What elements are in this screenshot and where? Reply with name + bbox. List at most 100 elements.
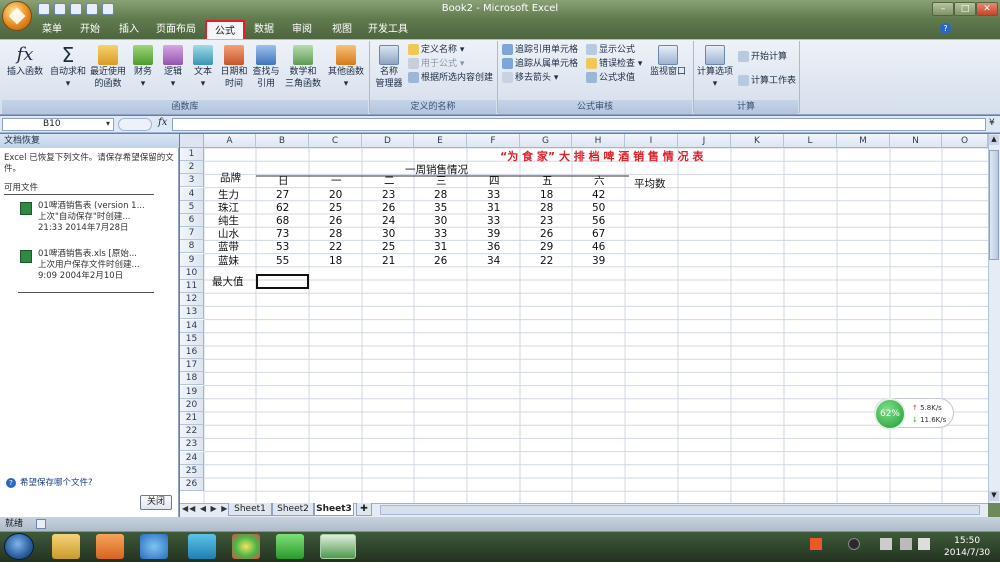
text-button[interactable]: 文本 ▾	[190, 44, 216, 90]
sales-cell[interactable]: 21	[382, 255, 395, 268]
row-header-17[interactable]: 17	[180, 359, 204, 373]
help-link[interactable]: 希望保存哪个文件?	[20, 478, 93, 489]
sales-cell[interactable]: 25	[382, 241, 395, 254]
show-formulas-button[interactable]: 显示公式	[586, 43, 635, 57]
sales-cell[interactable]: 36	[487, 241, 500, 254]
column-header-k[interactable]: K	[731, 134, 784, 148]
calculate-now-button[interactable]: 开始计算	[738, 50, 787, 64]
name-box[interactable]: B10	[2, 118, 114, 131]
row-header-10[interactable]: 10	[180, 266, 204, 280]
column-header-b[interactable]: B	[256, 134, 309, 148]
sales-cell[interactable]: 35	[434, 202, 447, 215]
row-header-19[interactable]: 19	[180, 385, 204, 399]
row-header-11[interactable]: 11	[180, 280, 204, 293]
trace-dependents-button[interactable]: 追踪从属单元格	[502, 57, 578, 71]
sales-cell[interactable]: 22	[329, 241, 342, 254]
date-time-button[interactable]: 日期和 时间	[218, 44, 250, 90]
brand-cell[interactable]: 珠江	[218, 202, 239, 215]
sales-cell[interactable]: 67	[592, 228, 605, 241]
calculation-options-button[interactable]: 计算选项 ▾	[696, 44, 734, 90]
help-icon[interactable]: ?	[940, 23, 951, 34]
brand-cell[interactable]: 纯生	[218, 215, 239, 228]
tab-insert[interactable]: 插入	[111, 20, 147, 39]
tray-network-icon[interactable]	[900, 538, 912, 550]
brand-cell[interactable]: 蓝妹	[218, 255, 239, 268]
worksheet-grid[interactable]	[180, 134, 988, 503]
row-header-5[interactable]: 5	[180, 200, 204, 214]
sales-cell[interactable]: 62	[276, 202, 289, 215]
math-trig-button[interactable]: 数学和 三角函数	[284, 44, 322, 90]
name-manager-button[interactable]: 名称 管理器	[372, 44, 406, 90]
sales-cell[interactable]: 22	[540, 255, 553, 268]
sales-cell[interactable]: 33	[487, 215, 500, 228]
qq-browser-icon[interactable]	[276, 534, 304, 559]
financial-button[interactable]: 财务 ▾	[130, 44, 156, 90]
close-button[interactable]: ✕	[976, 2, 998, 16]
error-checking-button[interactable]: 错误检查 ▾	[586, 57, 642, 71]
scroll-thumb[interactable]	[989, 150, 999, 260]
sales-cell[interactable]: 53	[276, 241, 289, 254]
sales-cell[interactable]: 28	[329, 228, 342, 241]
close-pane-button[interactable]: 关闭	[140, 495, 172, 510]
formula-cancel-button[interactable]	[118, 118, 152, 131]
column-header-c[interactable]: C	[309, 134, 362, 148]
excel-taskbar-icon[interactable]	[320, 534, 356, 559]
minimize-button[interactable]: –	[932, 2, 954, 16]
brand-cell[interactable]: 山水	[218, 228, 239, 241]
tab-formulas[interactable]: 公式	[205, 20, 245, 39]
sales-cell[interactable]: 28	[540, 202, 553, 215]
horizontal-scrollbar[interactable]	[380, 505, 980, 515]
row-header-9[interactable]: 9	[180, 253, 204, 267]
row-header-14[interactable]: 14	[180, 319, 204, 333]
name-box-dropdown-icon[interactable]: ▾	[106, 119, 110, 128]
column-header-n[interactable]: N	[890, 134, 942, 148]
calculate-sheet-button[interactable]: 计算工作表	[738, 74, 796, 88]
brand-cell[interactable]: 生力	[218, 189, 239, 202]
insert-function-button[interactable]: fx 插入函数	[4, 44, 46, 78]
recovered-file-1[interactable]: 01啤酒销售表 (version 1... 上次"自动保存"时创建... 21:33…	[38, 201, 173, 234]
macro-record-icon[interactable]	[36, 519, 46, 529]
recovered-file-2[interactable]: 01啤酒销售表.xls [原始... 上次用户保存文件时创建... 9:09 200…	[38, 249, 173, 282]
tray-flag-icon[interactable]	[880, 538, 892, 550]
tab-view[interactable]: 视图	[325, 20, 359, 39]
ie-icon[interactable]	[140, 534, 168, 559]
recent-functions-button[interactable]: 最近使用 的函数	[88, 44, 128, 90]
sales-cell[interactable]: 29	[540, 241, 553, 254]
row-header-18[interactable]: 18	[180, 372, 204, 386]
sales-cell[interactable]: 25	[329, 202, 342, 215]
sales-cell[interactable]: 24	[382, 215, 395, 228]
tray-volume-icon[interactable]	[918, 538, 930, 550]
column-header-l[interactable]: L	[784, 134, 837, 148]
sales-cell[interactable]: 28	[434, 189, 447, 202]
bird-app-icon[interactable]	[188, 534, 216, 559]
column-header-f[interactable]: F	[467, 134, 520, 148]
row-header-24[interactable]: 24	[180, 451, 204, 465]
sales-cell[interactable]: 23	[382, 189, 395, 202]
sales-cell[interactable]: 27	[276, 189, 289, 202]
sales-cell[interactable]: 34	[487, 255, 500, 268]
tray-qq-icon[interactable]	[848, 538, 860, 550]
row-header-7[interactable]: 7	[180, 227, 204, 241]
row-header-21[interactable]: 21	[180, 412, 204, 425]
tab-home[interactable]: 开始	[72, 20, 108, 39]
sales-cell[interactable]: 30	[434, 215, 447, 228]
row-header-25[interactable]: 25	[180, 464, 204, 478]
sales-cell[interactable]: 39	[487, 228, 500, 241]
remove-arrows-button[interactable]: 移去箭头 ▾	[502, 71, 558, 85]
tab-menu[interactable]: 菜单	[36, 20, 68, 39]
scroll-up-icon[interactable]: ▲	[989, 135, 999, 145]
tab-page-layout[interactable]: 页面布局	[151, 20, 201, 39]
sales-cell[interactable]: 55	[276, 255, 289, 268]
brand-cell[interactable]: 蓝带	[218, 241, 239, 254]
sales-cell[interactable]: 18	[540, 189, 553, 202]
tray-app-icon[interactable]	[810, 538, 822, 550]
row-header-4[interactable]: 4	[180, 187, 204, 201]
column-header-j[interactable]: J	[678, 134, 731, 148]
formula-input[interactable]	[172, 118, 986, 131]
column-header-g[interactable]: G	[520, 134, 572, 148]
start-button[interactable]	[4, 533, 34, 560]
trace-precedents-button[interactable]: 追踪引用单元格	[502, 43, 578, 57]
logical-button[interactable]: 逻辑 ▾	[160, 44, 186, 90]
sales-cell[interactable]: 23	[540, 215, 553, 228]
sales-cell[interactable]: 39	[592, 255, 605, 268]
